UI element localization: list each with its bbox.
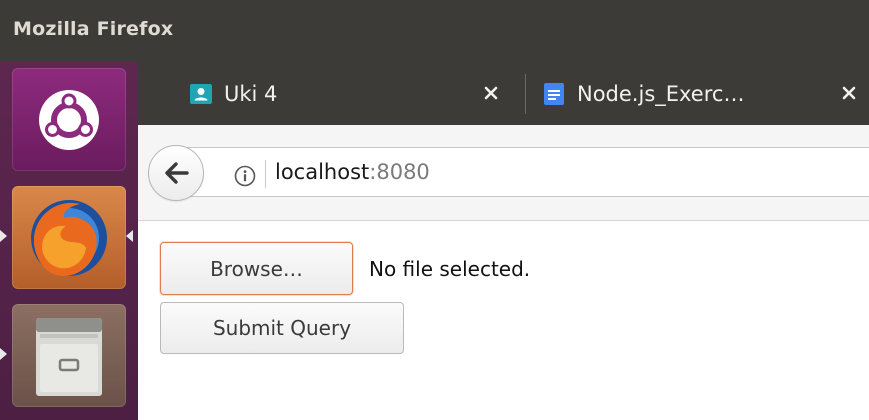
url-text[interactable]: localhost:8080 [275, 160, 430, 184]
tab-uki-4[interactable]: Uki 4 [190, 62, 520, 125]
arrow-left-icon [165, 162, 189, 184]
file-cabinet-icon [36, 318, 102, 396]
back-button[interactable] [148, 145, 204, 201]
launcher-running-indicator [0, 348, 7, 360]
tab-nodejs-exercise[interactable]: Node.js_Exerc… [543, 62, 869, 125]
info-icon[interactable] [234, 165, 256, 187]
google-docs-icon [544, 82, 564, 105]
tab-separator [525, 74, 526, 114]
tab-title: Uki 4 [224, 81, 278, 106]
url-separator [265, 160, 266, 188]
url-port: :8080 [369, 160, 430, 184]
close-icon[interactable] [838, 82, 860, 104]
contact-icon [190, 83, 212, 104]
launcher-item-ubuntu-dash[interactable] [12, 68, 126, 171]
ubuntu-logo-icon [39, 90, 99, 150]
page-content: Browse… No file selected. Submit Query [138, 222, 869, 420]
submit-query-button[interactable]: Submit Query [160, 302, 404, 354]
launcher-item-files[interactable] [12, 304, 126, 407]
firefox-icon [31, 200, 107, 276]
navigation-toolbar: localhost:8080 [138, 125, 869, 221]
close-icon[interactable] [480, 82, 502, 104]
tab-title: Node.js_Exerc… [577, 81, 745, 106]
browse-button[interactable]: Browse… [160, 242, 353, 295]
tab-strip: Uki 4 Node.js_Exerc… [138, 62, 869, 125]
window-title: Mozilla Firefox [13, 18, 174, 40]
unity-launcher [0, 62, 138, 420]
file-status-text: No file selected. [369, 256, 531, 281]
window-title-bar: Mozilla Firefox [0, 0, 869, 62]
launcher-focus-indicator [126, 230, 133, 242]
launcher-running-indicator [0, 230, 7, 242]
file-input-row: Browse… No file selected. [160, 242, 530, 295]
url-host: localhost [275, 160, 370, 184]
launcher-item-firefox[interactable] [12, 186, 126, 289]
